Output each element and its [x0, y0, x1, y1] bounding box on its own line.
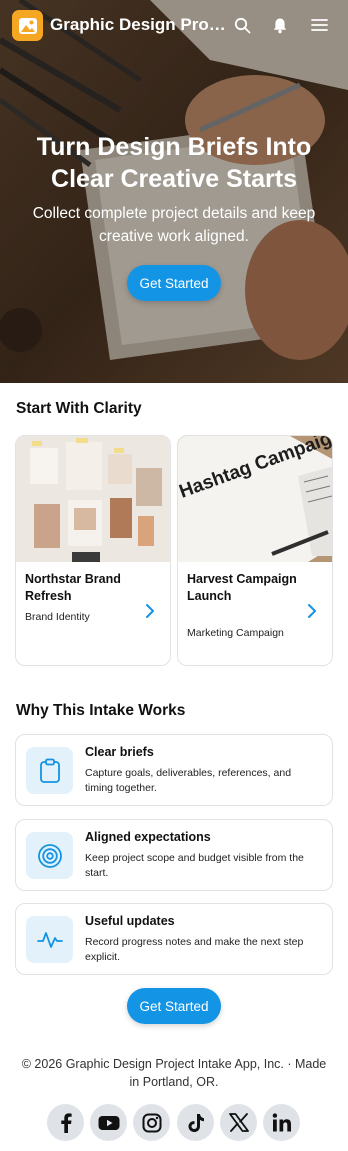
social-x-button[interactable] — [220, 1104, 257, 1141]
feature-card-aligned-expectations: Aligned expectations Keep project scope … — [15, 819, 333, 891]
features-heading: Why This Intake Works — [16, 702, 186, 719]
notification-bell-icon — [273, 18, 287, 33]
social-linkedin-button[interactable] — [263, 1104, 300, 1141]
app-logo[interactable] — [12, 10, 43, 41]
top-app-bar: Graphic Design Project Intake App — [0, 0, 348, 50]
search-icon — [234, 17, 250, 33]
social-facebook-button[interactable] — [47, 1104, 84, 1141]
chevron-right-icon[interactable] — [144, 603, 156, 619]
project-card-northstar[interactable]: Northstar Brand Refresh Brand Identity — [15, 435, 171, 666]
menu-icon — [310, 19, 328, 31]
feature-icon-wrap — [26, 747, 73, 794]
project-image-moodboard — [16, 436, 170, 562]
hero-get-started-button[interactable]: Get Started — [127, 265, 221, 301]
project-image-hashtag-campaign: Hashtag Campaign — [178, 436, 332, 562]
hero-subtitle: Collect complete project details and kee… — [32, 205, 316, 245]
hero-title: Turn Design Briefs Into Clear Creative S… — [36, 133, 312, 193]
activity-icon — [36, 931, 63, 948]
feature-title: Aligned expectations — [85, 830, 211, 844]
menu-button[interactable] — [309, 15, 329, 35]
feature-description: Capture goals, deliverables, references,… — [85, 767, 292, 794]
chevron-right-icon[interactable] — [306, 603, 318, 619]
project-name: Northstar Brand Refresh — [25, 572, 121, 603]
project-card-harvest[interactable]: Hashtag Campaign Harvest Campaign Launch… — [177, 435, 333, 666]
notifications-button[interactable] — [270, 15, 290, 35]
cta-get-started-button[interactable]: Get Started — [127, 988, 221, 1024]
app-title: Graphic Design Project Intake App — [50, 15, 228, 34]
feature-icon-wrap — [26, 832, 73, 879]
social-youtube-button[interactable] — [90, 1104, 127, 1141]
project-name: Harvest Campaign Launch — [187, 572, 297, 603]
social-tiktok-button[interactable] — [177, 1104, 214, 1141]
linkedin-icon — [272, 1113, 291, 1132]
social-instagram-button[interactable] — [133, 1104, 170, 1141]
feature-card-clear-briefs: Clear briefs Capture goals, deliverables… — [15, 734, 333, 806]
projects-heading: Start With Clarity — [16, 400, 142, 417]
feature-title: Useful updates — [85, 914, 175, 928]
search-button[interactable] — [232, 15, 252, 35]
feature-description: Record progress notes and make the next … — [85, 936, 304, 963]
clipboard-icon — [39, 758, 60, 783]
image-icon — [18, 17, 37, 34]
feature-card-useful-updates: Useful updates Record progress notes and… — [15, 903, 333, 975]
hero-section: Graphic Design Project Intake App Turn D… — [0, 0, 348, 383]
tiktok-icon — [188, 1113, 204, 1132]
x-icon — [228, 1113, 249, 1132]
project-category: Brand Identity — [25, 611, 90, 623]
footer-copyright: © 2026 Graphic Design Project Intake App… — [21, 1057, 327, 1089]
feature-title: Clear briefs — [85, 745, 154, 759]
instagram-icon — [142, 1113, 161, 1132]
feature-icon-wrap — [26, 916, 73, 963]
project-category: Marketing Campaign — [187, 627, 284, 639]
youtube-icon — [98, 1115, 119, 1130]
facebook-icon — [60, 1112, 72, 1133]
target-icon — [37, 843, 62, 868]
feature-description: Keep project scope and budget visible fr… — [85, 852, 304, 879]
